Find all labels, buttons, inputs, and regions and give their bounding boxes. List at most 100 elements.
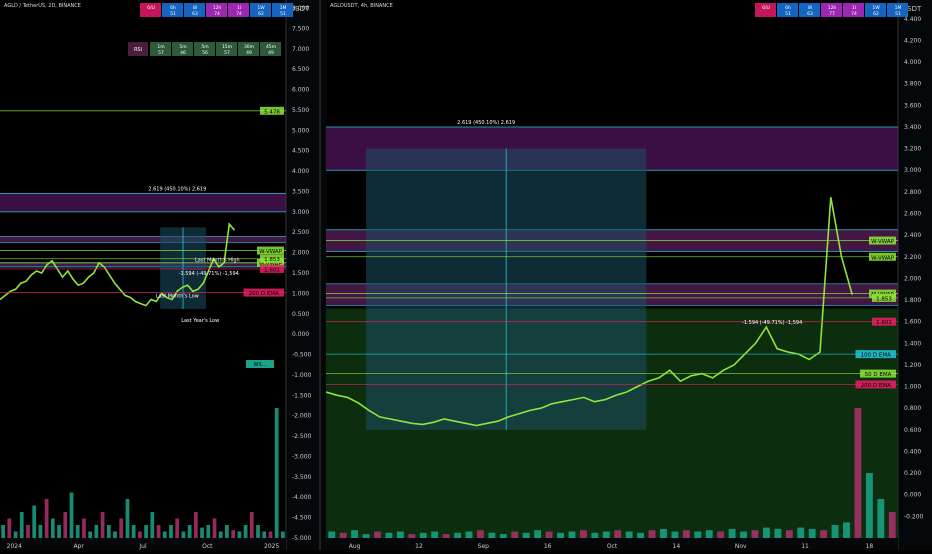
volume-bar [888,512,896,538]
volume-bar [648,530,656,538]
table-header: 6/U [762,5,770,11]
volume-bar [488,532,496,538]
volume-bar [442,534,450,538]
volume-bar [591,532,599,538]
volume-bar [268,531,273,538]
table-value: 57 [158,50,164,56]
volume-bar [511,531,519,538]
volume-bar [125,499,130,538]
volume-bar [865,473,873,538]
volume-bar [26,525,30,538]
y-tick-label: -1.000 [292,372,312,379]
y-tick-label: 1.400 [904,340,921,347]
level-label: 200 D EMA [249,291,279,297]
y-tick-label: -3.500 [292,474,312,481]
volume-bar [63,512,68,538]
table-header: 6h [170,5,176,11]
y-tick-label: 0.500 [292,311,309,318]
table-header: 12h [828,5,837,11]
level-label: 1.853 [264,257,280,263]
volume-bar [119,518,124,538]
y-tick-label: 1.200 [904,362,921,369]
y-tick-label: -2.500 [292,433,312,440]
chart-annotation: Last Month's High [195,258,240,264]
volume-bar [763,527,770,538]
y-tick-label: 0.400 [904,448,921,455]
x-tick-label: Oct [202,543,213,550]
chart-annotation: -1.594 (-49.71%) -1,594 [179,271,239,277]
y-tick-label: -0.200 [904,513,924,520]
volume-bar [69,492,74,538]
volume-bar [193,512,198,538]
volume-bar [705,530,713,538]
volume-bar [614,530,622,538]
volume-bar [820,530,828,538]
table-value: 74 [851,11,857,17]
volume-bar [545,531,553,538]
x-tick-label: 12 [415,543,423,550]
y-tick-label: 2.200 [904,254,921,261]
volume-bar [374,531,381,538]
volume-bar [1,525,5,538]
volume-bar [175,518,180,538]
level-label: 1.853 [876,296,892,302]
y-tick-label: 4.000 [904,59,921,66]
y-tick-label: -2.000 [292,413,312,420]
table-header: 45m [266,44,276,50]
y-tick-label: -4.000 [292,494,312,501]
y-tick-label: 1.800 [904,297,921,304]
volume-bar [88,531,93,538]
y-tick-label: -3.000 [292,453,312,460]
volume-bar [774,528,782,538]
volume-bar [408,534,416,538]
x-tick-label: 2024 [7,543,22,550]
y-tick-label: 0.200 [904,470,921,477]
volume-bar [144,525,148,538]
y-tick-label: 2.800 [904,189,921,196]
table-value: 74 [214,11,220,17]
table-value: 62 [258,11,264,17]
table-value: 51 [895,11,901,17]
volume-bar [231,530,236,538]
volume-bar [212,518,217,538]
table-value: 49 [246,50,252,56]
volume-bar [717,531,725,538]
x-tick-label: 18 [866,543,874,550]
volume-bar [206,525,211,538]
volume-bar [740,531,747,538]
volume-bar [156,525,161,538]
volume-bar [682,530,690,538]
volume-bar [256,525,260,538]
volume-bar [808,528,816,538]
volume-bar [131,525,136,538]
volume-bar [637,532,645,538]
table-value: 46 [180,50,186,56]
y-tick-label: 6.000 [292,87,309,94]
y-tick-label: 3.800 [904,81,921,88]
x-tick-label: 2025 [264,543,279,550]
table-header: 5m [201,44,208,50]
level-label: 5.478 [264,109,280,115]
table-header: 1W [257,5,265,11]
volume-bar [339,532,347,538]
volume-bar [671,531,679,538]
y-tick-label: 6.500 [292,66,309,73]
volume-bar [100,512,105,538]
level-label: 1.601 [264,267,280,273]
table-value: 63 [807,11,813,17]
volume-bar [477,530,484,538]
table-row-label: RSI [134,47,142,53]
y-tick-label: 4.500 [292,148,309,155]
volume-bar [785,530,793,538]
x-tick-label: Jul [138,543,147,550]
table-header: 8l [193,5,197,11]
y-tick-label: 1.600 [904,319,921,326]
volume-bar [454,532,461,538]
x-tick-label: Apr [73,543,84,550]
table-header: 6h [785,5,791,11]
table-header: 30m [244,44,254,50]
table-value: 51 [170,11,176,17]
table-header: 1M [280,5,287,11]
level-label: 1.601 [876,320,892,326]
table-value: 56 [202,50,208,56]
